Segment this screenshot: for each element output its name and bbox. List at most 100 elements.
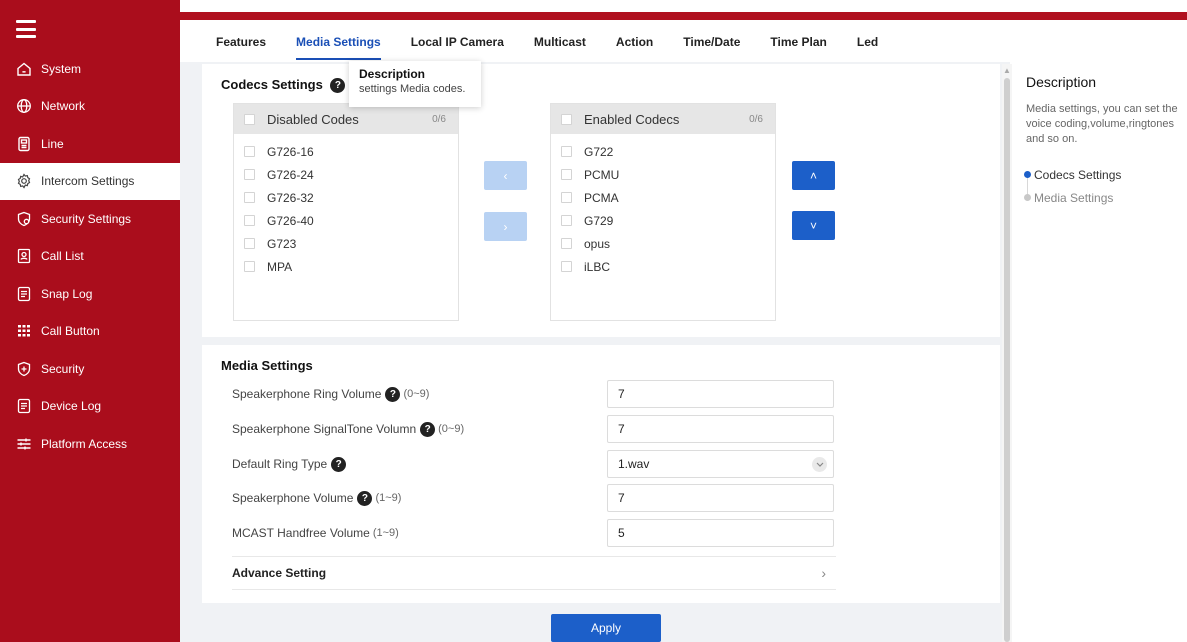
tab-action[interactable]: Action: [616, 22, 653, 62]
move-down-button[interactable]: ˅: [792, 211, 835, 240]
advance-setting-row[interactable]: Advance Setting ›: [232, 556, 836, 590]
move-left-button[interactable]: ‹: [484, 161, 527, 190]
checkbox[interactable]: [561, 169, 572, 180]
disabled-count: 0/6: [432, 113, 446, 125]
list-item[interactable]: G726-16: [234, 140, 458, 163]
tab-time-date[interactable]: Time/Date: [683, 22, 740, 62]
enabled-count: 0/6: [749, 113, 763, 125]
checkbox[interactable]: [561, 146, 572, 157]
enabled-codecs-header: Enabled Codecs 0/6: [551, 104, 775, 134]
sidebar-item-label: Security Settings: [41, 211, 132, 226]
sidebar-item-label: Call List: [41, 249, 84, 264]
phone-icon: [16, 136, 32, 152]
sidebar-item-label: Call Button: [41, 324, 100, 339]
mcast-handfree-volume-input[interactable]: 5: [607, 519, 834, 547]
menu-toggle-icon[interactable]: [16, 20, 36, 38]
tab-local-ip-camera[interactable]: Local IP Camera: [411, 22, 504, 62]
list-item[interactable]: G726-24: [234, 163, 458, 186]
sidebar-item-snap-log[interactable]: Snap Log: [0, 275, 180, 313]
sidebar-item-platform-access[interactable]: Platform Access: [0, 425, 180, 463]
tab-multicast[interactable]: Multicast: [534, 22, 586, 62]
field-label: Speakerphone SignalTone Volumn: [232, 422, 417, 436]
apply-button[interactable]: Apply: [551, 614, 661, 642]
anchor-codecs-settings[interactable]: Codecs Settings: [1024, 163, 1121, 186]
move-right-button[interactable]: ›: [484, 212, 527, 241]
sidebar-item-label: Line: [41, 136, 64, 151]
list-item[interactable]: MPA: [234, 255, 458, 278]
ring-volume-input[interactable]: 7: [607, 380, 834, 408]
tab-features[interactable]: Features: [216, 22, 266, 62]
anchor-dot: [1024, 194, 1031, 201]
sidebar-item-label: Platform Access: [41, 436, 128, 451]
shield-plus-icon: [16, 361, 32, 377]
list-item[interactable]: iLBC: [551, 255, 775, 278]
list-item[interactable]: G729: [551, 209, 775, 232]
speakerphone-volume-input[interactable]: 7: [607, 484, 834, 512]
form-row-signaltone-volume: Speakerphone SignalTone Volumn ? (0~9) 7: [232, 415, 836, 443]
list-item[interactable]: G726-32: [234, 186, 458, 209]
chevron-right-icon: ›: [821, 565, 826, 581]
sidebar-item-line[interactable]: Line: [0, 125, 180, 163]
checkbox[interactable]: [561, 238, 572, 249]
sidebar: System Network Line Intercom Settings Se…: [0, 0, 180, 642]
sidebar-item-device-log[interactable]: Device Log: [0, 388, 180, 426]
sidebar-item-label: Network: [41, 99, 86, 114]
anchor-media-settings[interactable]: Media Settings: [1024, 186, 1121, 209]
sidebar-item-call-list[interactable]: Call List: [0, 238, 180, 276]
field-label: Default Ring Type: [232, 457, 328, 471]
codecs-settings-title: Codecs Settings ?: [221, 77, 346, 94]
checkbox[interactable]: [244, 192, 255, 203]
scrollbar-thumb[interactable]: [1004, 78, 1010, 642]
help-icon[interactable]: ?: [331, 456, 347, 472]
sidebar-item-security-settings[interactable]: Security Settings: [0, 200, 180, 238]
sidebar-item-label: System: [41, 61, 82, 76]
checkbox[interactable]: [561, 192, 572, 203]
tab-bar: Features Media Settings Local IP Camera …: [200, 22, 1187, 62]
select-all-enabled-checkbox[interactable]: [561, 113, 572, 125]
checkbox[interactable]: [244, 215, 255, 226]
tab-led[interactable]: Led: [857, 22, 878, 62]
field-label: Speakerphone Ring Volume: [232, 387, 382, 401]
sidebar-item-call-button[interactable]: Call Button: [0, 313, 180, 351]
checkbox[interactable]: [244, 146, 255, 157]
anchor-list: Codecs Settings Media Settings: [1024, 163, 1121, 209]
select-all-disabled-checkbox[interactable]: [244, 113, 255, 125]
shield-gear-icon: [16, 211, 32, 227]
checkbox[interactable]: [561, 215, 572, 226]
help-icon[interactable]: ?: [420, 421, 436, 437]
disabled-codecs-list: Disabled Codes 0/6 G726-16 G726-24 G726-…: [233, 103, 459, 321]
sidebar-item-label: Snap Log: [41, 286, 93, 301]
help-icon[interactable]: ?: [330, 78, 346, 94]
sidebar-item-security[interactable]: Security: [0, 350, 180, 388]
checkbox[interactable]: [244, 261, 255, 272]
help-icon[interactable]: ?: [385, 386, 401, 402]
sidebar-item-network[interactable]: Network: [0, 88, 180, 126]
sidebar-item-label: Device Log: [41, 399, 102, 414]
form-row-default-ring-type: Default Ring Type ? 1.wav: [232, 450, 836, 478]
list-item[interactable]: PCMU: [551, 163, 775, 186]
default-ring-type-select[interactable]: 1.wav: [607, 450, 834, 478]
tab-media-settings[interactable]: Media Settings: [296, 22, 381, 62]
signaltone-volume-input[interactable]: 7: [607, 415, 834, 443]
gear-icon: [16, 173, 32, 189]
checkbox[interactable]: [244, 238, 255, 249]
move-up-button[interactable]: ˄: [792, 161, 835, 190]
list-item[interactable]: opus: [551, 232, 775, 255]
description-tooltip: Description settings Media codes.: [349, 61, 481, 107]
checkbox[interactable]: [561, 261, 572, 272]
list-item[interactable]: PCMA: [551, 186, 775, 209]
list-item[interactable]: G722: [551, 140, 775, 163]
sidebar-item-intercom-settings[interactable]: Intercom Settings: [0, 162, 180, 200]
checkbox[interactable]: [244, 169, 255, 180]
field-range: (1~9): [375, 492, 402, 504]
form-row-speakerphone-volume: Speakerphone Volume ? (1~9) 7: [232, 484, 836, 512]
sidebar-item-system[interactable]: System: [0, 50, 180, 88]
list-item[interactable]: G723: [234, 232, 458, 255]
sidebar-item-label: Intercom Settings: [41, 174, 135, 189]
list-item[interactable]: G726-40: [234, 209, 458, 232]
scroll-up-icon[interactable]: ▲: [1003, 66, 1011, 75]
tooltip-title: Description: [359, 67, 426, 81]
tab-time-plan[interactable]: Time Plan: [770, 22, 826, 62]
description-text: Media settings, you can set the voice co…: [1026, 103, 1178, 145]
help-icon[interactable]: ?: [357, 490, 373, 506]
